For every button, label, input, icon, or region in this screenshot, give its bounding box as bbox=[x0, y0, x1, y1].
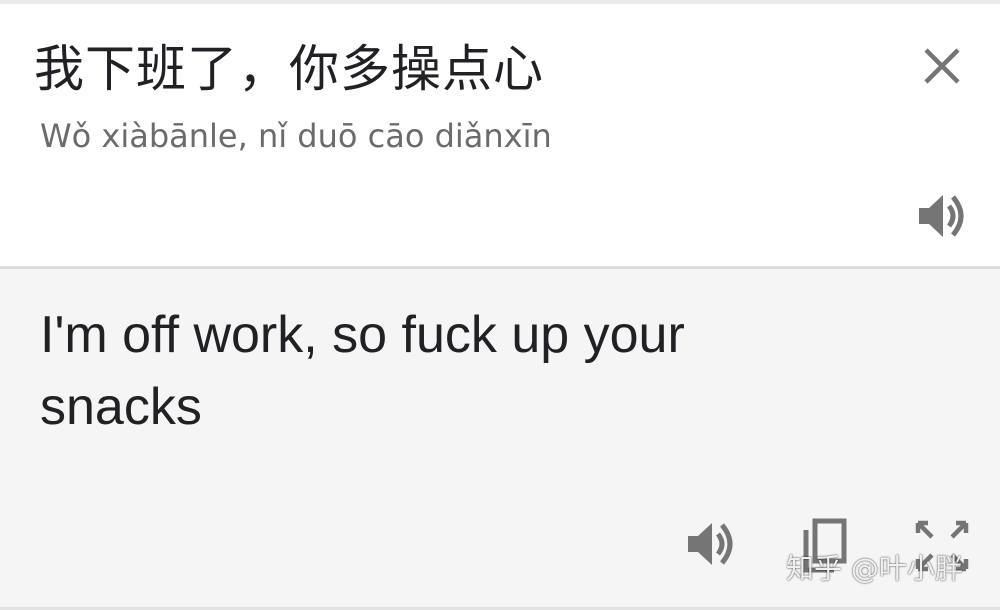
fullscreen-icon bbox=[915, 520, 969, 572]
translation-panel: I'm off work, so fuck up your snacks 知乎 … bbox=[0, 269, 1000, 610]
speaker-icon bbox=[919, 195, 964, 237]
copy-icon bbox=[803, 518, 847, 573]
listen-translation-button[interactable] bbox=[682, 515, 740, 573]
fullscreen-button[interactable] bbox=[912, 517, 972, 575]
close-button[interactable] bbox=[916, 40, 968, 92]
close-icon bbox=[924, 48, 960, 84]
translation-text[interactable]: I'm off work, so fuck up your snacks bbox=[40, 299, 840, 443]
source-text[interactable]: 我下班了，你多操点心 bbox=[34, 38, 544, 100]
source-panel: 我下班了，你多操点心 Wǒ xiàbānle, nǐ duō cāo diǎnx… bbox=[0, 4, 1000, 267]
pinyin-transliteration: Wǒ xiàbānle, nǐ duō cāo diǎnxīn bbox=[40, 117, 552, 155]
listen-source-button[interactable] bbox=[913, 187, 971, 245]
copy-button[interactable] bbox=[798, 516, 854, 578]
speaker-icon bbox=[688, 523, 733, 565]
